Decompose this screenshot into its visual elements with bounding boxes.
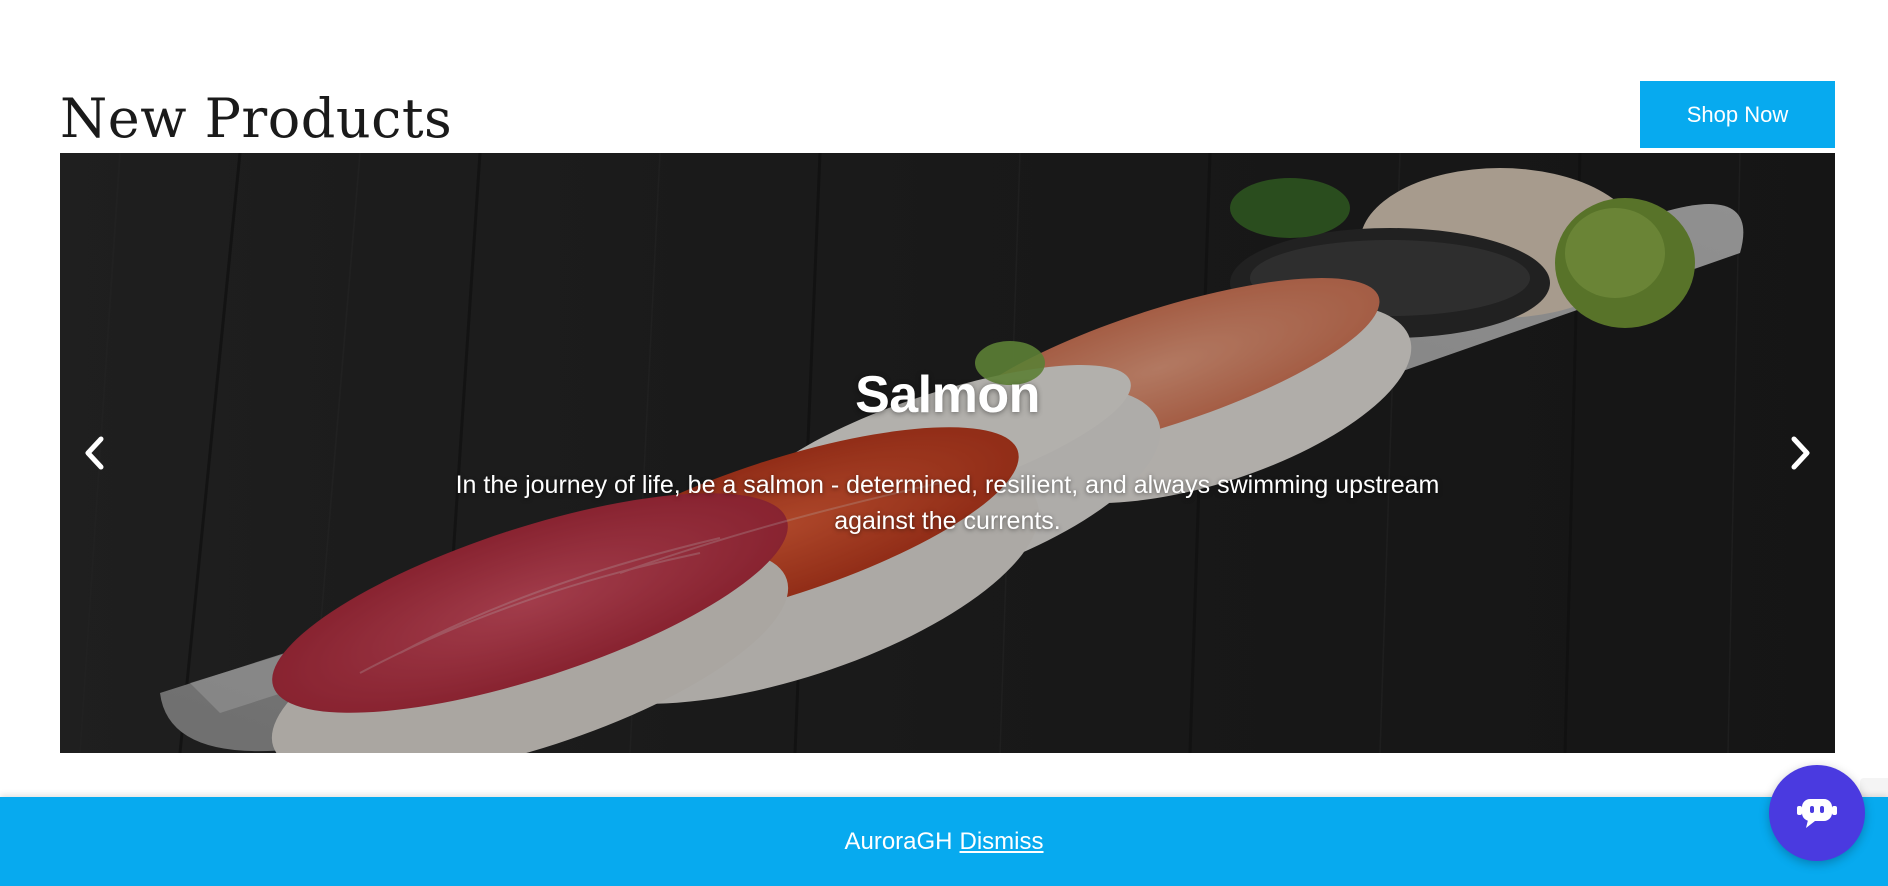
product-carousel[interactable]: Salmon In the journey of life, be a salm… bbox=[60, 153, 1835, 753]
dismiss-link[interactable]: Dismiss bbox=[960, 828, 1044, 856]
cookie-notice-brand: AuroraGH bbox=[844, 827, 953, 855]
slide-title: Salmon bbox=[855, 366, 1040, 424]
slide-caption: Salmon In the journey of life, be a salm… bbox=[60, 365, 1835, 539]
chatbot-icon bbox=[1797, 799, 1837, 828]
slide-description: In the journey of life, be a salmon - de… bbox=[455, 471, 1440, 535]
shop-now-button[interactable]: Shop Now bbox=[1640, 81, 1835, 148]
chevron-right-icon bbox=[1791, 436, 1810, 470]
page: New Products Shop Now Salmon In the jour… bbox=[0, 0, 1888, 886]
recaptcha-badge-edge bbox=[1860, 778, 1888, 798]
chevron-left-icon bbox=[85, 436, 104, 470]
carousel-prev-button[interactable] bbox=[70, 425, 118, 481]
new-products-header: New Products Shop Now bbox=[60, 79, 1835, 151]
chat-widget-button[interactable] bbox=[1769, 765, 1865, 861]
carousel-next-button[interactable] bbox=[1777, 425, 1825, 481]
section-title: New Products bbox=[60, 87, 453, 150]
cookie-notice-bar: AuroraGH Dismiss bbox=[0, 797, 1888, 886]
